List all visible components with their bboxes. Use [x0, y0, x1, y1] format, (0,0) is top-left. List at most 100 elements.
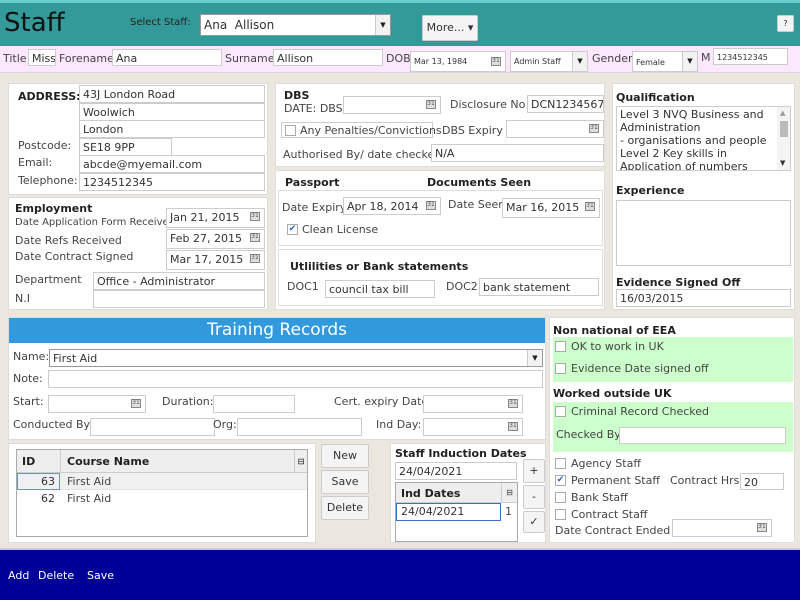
course-table: ID Course Name ⊟ 63 First Aid 62 First A…	[16, 449, 308, 537]
doc1-field[interactable]: council tax bill	[325, 280, 435, 298]
footer-delete-button[interactable]: Delete	[38, 569, 74, 582]
role-dropdown[interactable]: Admin Staff ▼	[510, 51, 588, 72]
authorised-label: Authorised By/ date checked	[283, 148, 442, 161]
experience-heading: Experience	[616, 184, 685, 197]
add-date-button[interactable]: +	[523, 459, 545, 483]
calendar-icon: 31	[589, 124, 599, 133]
chevron-down-icon: ▼	[682, 52, 697, 71]
date-seen-field[interactable]: Mar 16, 2015 31	[502, 198, 600, 218]
disclosure-field[interactable]: DCN12345678	[527, 95, 604, 113]
qualification-textarea[interactable]: Level 3 NVQ Business and Administration …	[616, 106, 791, 171]
contract-hrs-field[interactable]: 20	[740, 473, 784, 490]
department-label: Department	[15, 273, 82, 286]
ind-day-field[interactable]: 31	[423, 418, 523, 436]
bank-staff-checkbox[interactable]	[555, 492, 566, 503]
dbs-date-field[interactable]: 31	[343, 96, 441, 114]
help-button[interactable]: ?	[777, 15, 794, 32]
dbs-expiry-field[interactable]: 31	[506, 120, 604, 138]
passport-expiry-field[interactable]: Apr 18, 2014 31	[343, 197, 441, 215]
more-button[interactable]: More... ▾	[422, 15, 478, 41]
calendar-icon: 31	[585, 202, 595, 211]
dob-field[interactable]: Mar 13, 1984 31	[410, 51, 506, 72]
forename-label: Forename	[59, 52, 114, 65]
column-chooser-icon[interactable]: ⊟	[501, 483, 517, 503]
training-name-dropdown[interactable]: First Aid ▼	[49, 349, 543, 367]
postcode-label: Postcode:	[18, 139, 72, 152]
postcode-field[interactable]: SE18 9PP	[79, 138, 172, 156]
passport-panel: Passport Documents Seen Date Expiry Apr …	[275, 170, 605, 310]
m-field[interactable]: 1234512345	[713, 48, 788, 65]
gender-label: Gender	[592, 52, 633, 65]
address-panel: ADDRESS: 43J London Road Woolwich London…	[8, 83, 268, 195]
address-line2[interactable]: Woolwich	[79, 103, 265, 121]
new-button[interactable]: New	[321, 444, 369, 468]
criminal-record-checkbox[interactable]	[555, 406, 566, 417]
column-id[interactable]: ID	[22, 455, 35, 468]
delete-button[interactable]: Delete	[321, 496, 369, 520]
agency-staff-checkbox[interactable]	[555, 458, 566, 469]
table-row[interactable]: 24/04/2021 1	[396, 503, 517, 521]
person-row: Title Miss Forename Ana Surname Allison …	[0, 46, 800, 73]
surname-field[interactable]: Allison	[273, 49, 383, 66]
doc2-field[interactable]: bank statement	[479, 278, 599, 296]
utilities-box: Utlilities or Bank statements DOC1 counc…	[278, 249, 603, 306]
footer-add-button[interactable]: Add	[8, 569, 29, 582]
telephone-field[interactable]: 1234512345	[79, 173, 265, 191]
footer-save-button[interactable]: Save	[87, 569, 114, 582]
address-label: ADDRESS:	[18, 90, 81, 103]
duration-field[interactable]	[213, 395, 295, 413]
remove-date-button[interactable]: -	[523, 485, 545, 509]
save-button[interactable]: Save	[321, 470, 369, 494]
address-line3[interactable]: London	[79, 120, 265, 138]
table-row[interactable]: 62 First Aid	[17, 490, 307, 507]
induction-date-field[interactable]: 24/04/2021	[395, 462, 517, 480]
refs-date[interactable]: Feb 27, 2015 31	[166, 229, 265, 249]
confirm-date-button[interactable]: ✓	[523, 511, 545, 533]
ni-field[interactable]	[93, 290, 265, 308]
date-seen-label: Date Seen	[448, 198, 506, 211]
induction-table: Ind Dates ⊟ 24/04/2021 1	[395, 482, 518, 542]
contract-staff-checkbox[interactable]	[555, 509, 566, 520]
gender-dropdown[interactable]: Female ▼	[632, 51, 698, 72]
email-field[interactable]: abcde@myemail.com	[79, 155, 265, 173]
scrollbar[interactable]: ▲ ▼	[777, 107, 790, 170]
department-field[interactable]: Office - Administrator	[93, 272, 265, 290]
column-course-name[interactable]: Course Name	[67, 455, 149, 468]
table-header: ID Course Name ⊟	[17, 450, 307, 473]
name-label: Name:	[13, 350, 50, 363]
calendar-icon: 31	[757, 523, 767, 532]
permanent-staff-checkbox[interactable]: ✔	[555, 475, 566, 486]
dbs-expiry-label: DBS Expiry	[442, 124, 503, 137]
ok-to-work-checkbox[interactable]	[555, 341, 566, 352]
dob-value: Mar 13, 1984	[414, 57, 468, 66]
eea-box: OK to work in UK Evidence Date signed of…	[553, 337, 793, 382]
app-form-date[interactable]: Jan 21, 2015 31	[166, 208, 265, 228]
m-label: M	[701, 51, 711, 64]
authorised-field[interactable]: N/A	[431, 144, 604, 162]
evidence-field[interactable]: 16/03/2015	[616, 289, 791, 307]
address-line1[interactable]: 43J London Road	[79, 85, 265, 103]
clean-license-checkbox[interactable]: ✔	[287, 224, 298, 235]
penalties-checkbox[interactable]: Any Penalties/Convictions	[281, 122, 442, 138]
checked-by-field[interactable]	[619, 427, 786, 444]
evidence-date-checkbox[interactable]	[555, 363, 566, 374]
experience-textarea[interactable]	[616, 200, 791, 266]
column-ind-dates[interactable]: Ind Dates	[401, 487, 460, 500]
note-field[interactable]	[48, 370, 543, 388]
dbs-panel: DBS DATE: DBS 31 Disclosure No DCN123456…	[275, 83, 605, 167]
title-field[interactable]: Miss	[28, 49, 56, 66]
note-label: Note:	[13, 372, 43, 385]
date-contract-ended-field[interactable]: 31	[672, 519, 772, 537]
contract-date[interactable]: Mar 17, 2015 31	[166, 250, 265, 270]
start-field[interactable]: 31	[48, 395, 146, 413]
cert-expiry-field[interactable]: 31	[423, 395, 523, 413]
start-label: Start:	[13, 395, 44, 408]
app-form-label: Date Application Form Received	[15, 217, 175, 228]
column-chooser-icon[interactable]: ⊟	[294, 450, 307, 473]
forename-field[interactable]: Ana	[112, 49, 222, 66]
select-staff-dropdown[interactable]: Ana Allison ▼	[200, 14, 391, 36]
conducted-by-field[interactable]	[90, 418, 215, 436]
calendar-icon: 31	[426, 201, 436, 210]
org-field[interactable]	[237, 418, 362, 436]
table-row[interactable]: 63 First Aid	[17, 473, 307, 490]
